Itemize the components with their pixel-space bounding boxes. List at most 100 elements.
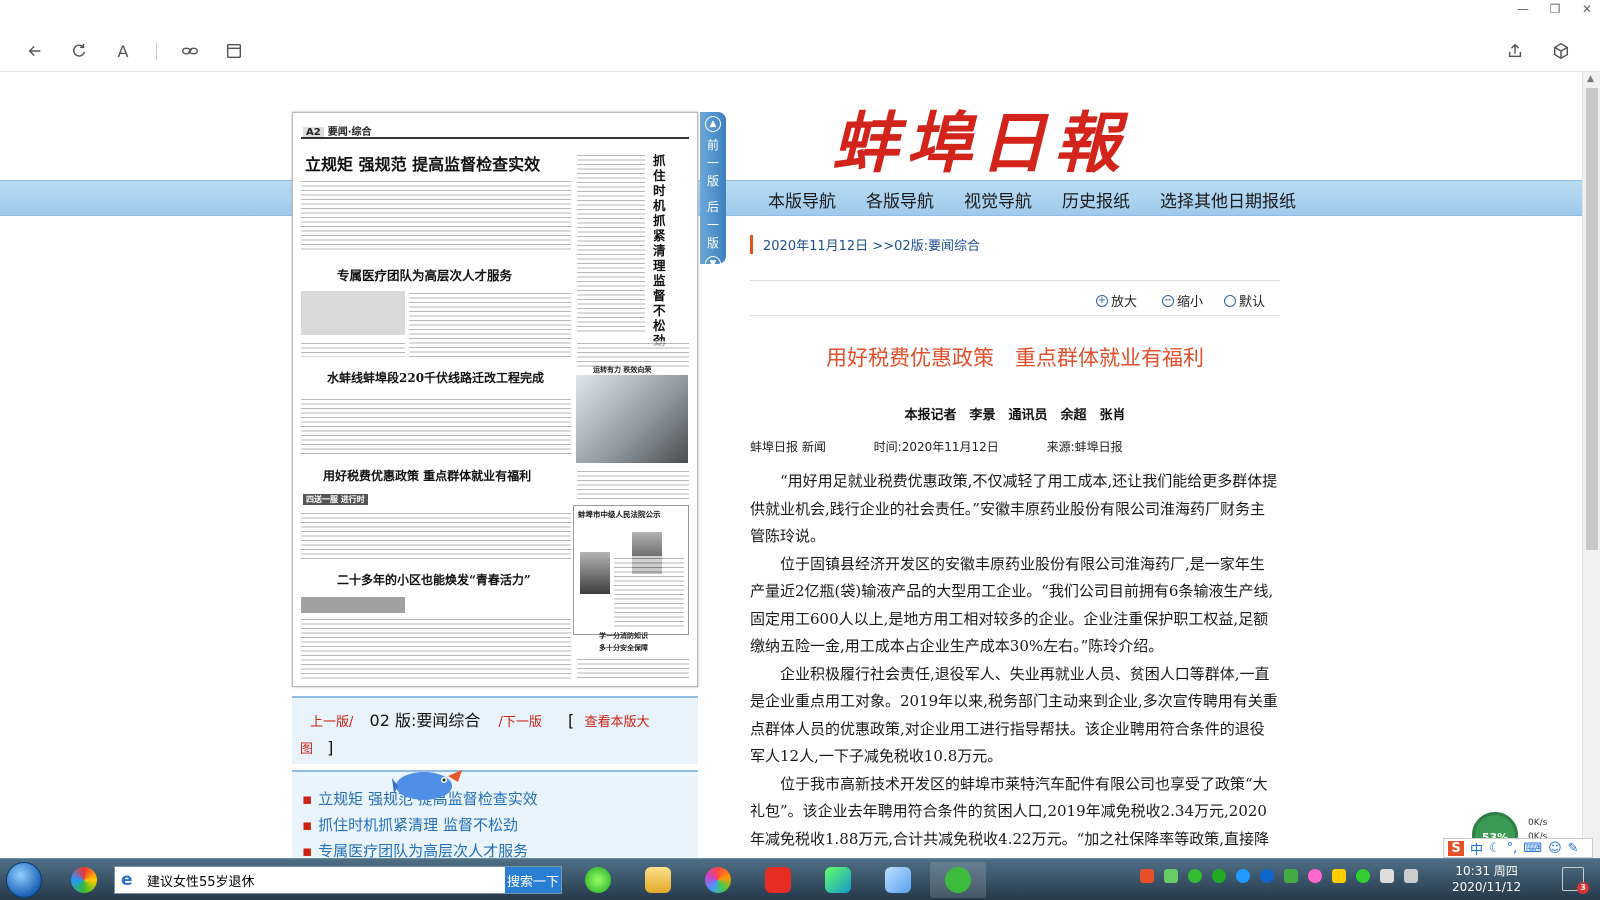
- up-arrow-icon[interactable]: ▲: [705, 116, 721, 132]
- breadcrumb: 2020年11月12日 >>02版:要闻综合: [750, 235, 980, 254]
- floating-mascot-icon[interactable]: [392, 762, 464, 802]
- nav-other-date[interactable]: 选择其他日期报纸: [1160, 187, 1296, 212]
- article-source-name: 蚌埠日报 新闻: [750, 440, 826, 454]
- tray-media-icon[interactable]: [1260, 869, 1274, 883]
- title-list-text: 专属医疗团队为高层次人才服务: [318, 842, 529, 858]
- text-column: [301, 617, 571, 679]
- bracket-close: ]: [327, 738, 334, 757]
- zoom-out-button[interactable]: − 缩小: [1162, 291, 1203, 310]
- refresh-icon[interactable]: [68, 40, 90, 62]
- scroll-thumb[interactable]: [1586, 88, 1598, 550]
- wrench-icon[interactable]: ✎: [1568, 841, 1579, 856]
- extension-cube-icon[interactable]: [1550, 40, 1572, 62]
- browser-toolbar: A: [24, 40, 245, 62]
- plus-circle-icon: +: [1096, 294, 1108, 307]
- ime-mode-label[interactable]: 中: [1470, 839, 1483, 858]
- pager-row: 图 ]: [300, 738, 333, 757]
- page-pager: 上一版/ 02 版:要闻综合 /下一版 [ 查看本版大 图 ]: [292, 696, 698, 764]
- nav-history[interactable]: 历史报纸: [1062, 187, 1130, 212]
- share-icon[interactable]: [1504, 40, 1526, 62]
- zoom-default-button[interactable]: 默认: [1224, 291, 1265, 310]
- moon-icon[interactable]: ☾: [1489, 841, 1501, 856]
- zoom-controls: + 放大 − 缩小 默认: [750, 280, 1280, 316]
- minimize-icon[interactable]: —: [1516, 2, 1530, 16]
- view-large-image-link[interactable]: 查看本版大: [584, 715, 649, 730]
- nav-this-page[interactable]: 本版导航: [768, 187, 836, 212]
- back-arrow-icon[interactable]: [24, 40, 46, 62]
- article-time: 时间:2020年11月12日: [873, 440, 999, 454]
- link-icon[interactable]: [179, 40, 201, 62]
- tray-360-icon[interactable]: [1356, 869, 1370, 883]
- nav-links: 本版导航 各版导航 视觉导航 历史报纸 选择其他日期报纸: [768, 187, 1296, 212]
- paper-headline[interactable]: 二十多年的小区也能焕发“青春活力”: [337, 571, 531, 588]
- paper-small-caption: 运转有力 秩效向荣: [593, 366, 652, 374]
- keyboard-icon[interactable]: ⌨: [1523, 841, 1542, 856]
- reader-view-icon[interactable]: [223, 40, 245, 62]
- zoom-out-label: 缩小: [1177, 295, 1204, 310]
- next-page-link[interactable]: /下一版: [499, 715, 542, 730]
- close-icon[interactable]: ✕: [1580, 2, 1594, 16]
- article-title: 用好税费优惠政策 重点群体就业有福利: [826, 346, 1204, 370]
- user-icon[interactable]: ☺: [1548, 841, 1562, 856]
- taskbar-clock[interactable]: 10:31 周四 2020/11/12: [1452, 863, 1521, 895]
- newspaper-masthead: 蚌埠日報: [832, 104, 1128, 182]
- tray-wechat-icon[interactable]: [1188, 869, 1202, 883]
- text-column: [409, 291, 571, 357]
- text-column: [614, 556, 684, 628]
- down-arrow-icon[interactable]: ▼: [705, 256, 721, 272]
- view-large-image-link-cont[interactable]: 图: [300, 742, 313, 757]
- tray-speaker-icon[interactable]: [1380, 869, 1394, 883]
- taskbar-app-360-icon[interactable]: [570, 862, 626, 898]
- taskbar-search-button[interactable]: 搜索一下: [505, 867, 561, 893]
- newspaper-page-image[interactable]: A2要闻·综合 立规矩 强规范 提高监督检查实效 抓住时机抓紧清理 监督不松劲 …: [292, 112, 698, 687]
- tray-app-icon[interactable]: [1284, 869, 1298, 883]
- title-list-item[interactable]: ▪ 专属医疗团队为高层次人才服务: [302, 838, 698, 858]
- windows-taskbar: e 搜索一下 10:31 周四 2020/11/12 3: [0, 858, 1600, 900]
- system-tray: [1140, 869, 1418, 883]
- prev-page-link[interactable]: 上一版/: [310, 715, 353, 730]
- zoom-in-button[interactable]: + 放大: [1096, 291, 1137, 310]
- taskbar-wechat-icon[interactable]: [930, 862, 986, 898]
- notification-center-icon[interactable]: 3: [1562, 867, 1589, 894]
- font-size-icon[interactable]: A: [112, 40, 134, 62]
- title-list-item[interactable]: ▪ 抓住时机抓紧清理 监督不松劲: [302, 812, 698, 838]
- browser-toolbar-right: [1504, 40, 1572, 62]
- taskbar-folder-icon[interactable]: [630, 862, 686, 898]
- taskbar-news-app-icon[interactable]: [750, 862, 806, 898]
- scroll-up-arrow-icon[interactable]: ▲: [1587, 74, 1594, 84]
- paper-vertical-title[interactable]: 抓住时机抓紧清理 监督不松劲: [653, 153, 673, 348]
- tray-qq-icon[interactable]: [1308, 869, 1322, 883]
- zoom-in-label: 放大: [1111, 295, 1138, 310]
- tray-security-icon[interactable]: [1332, 869, 1346, 883]
- text-column: [577, 657, 689, 681]
- start-button-icon[interactable]: [6, 862, 42, 898]
- taskbar-app-colorball-icon[interactable]: [56, 862, 112, 898]
- paper-headline[interactable]: 专属医疗团队为高层次人才服务: [337, 265, 512, 284]
- title-list-item[interactable]: ▪ 立规矩 强规范 提高监督检查实效: [302, 786, 698, 812]
- paper-photo: [576, 375, 688, 463]
- prev-page-button[interactable]: 前一版: [706, 136, 720, 190]
- tray-battery-icon[interactable]: [1164, 869, 1178, 883]
- circle-icon: [1224, 294, 1236, 307]
- article-from: 来源:蚌埠日报: [1046, 440, 1123, 454]
- taskbar-search-input[interactable]: [147, 870, 487, 890]
- taskbar-photo-app-icon[interactable]: [690, 862, 746, 898]
- ime-toolbar[interactable]: S 中 ☾ °, ⌨ ☺ ✎: [1443, 838, 1593, 858]
- paper-headline[interactable]: 用好税费优惠政策 重点群体就业有福利: [323, 467, 531, 484]
- article-paragraph: “用好用足就业税费优惠政策,不仅减轻了用工成本,还让我们能给更多群体提供就业机会…: [750, 472, 1278, 545]
- tray-player-icon[interactable]: [1236, 869, 1250, 883]
- paper-headline[interactable]: 水蚌线蚌埠段220千伏线路迁改工程完成: [327, 369, 544, 386]
- page-scrollbar[interactable]: ▲: [1582, 72, 1600, 858]
- nav-all-pages[interactable]: 各版导航: [866, 187, 934, 212]
- tray-chat-icon[interactable]: [1212, 869, 1226, 883]
- paper-headline[interactable]: 立规矩 强规范 提高监督检查实效: [305, 151, 540, 175]
- tray-network-icon[interactable]: [1404, 869, 1418, 883]
- tray-ime-icon[interactable]: [1140, 869, 1154, 883]
- restore-icon[interactable]: ❐: [1548, 2, 1562, 16]
- next-page-button[interactable]: 后一版: [706, 198, 720, 252]
- court-notice-title: 蚌埠市中级人民法院公示: [578, 510, 661, 519]
- taskbar-video-player-icon[interactable]: [810, 862, 866, 898]
- nav-visual[interactable]: 视觉导航: [964, 187, 1032, 212]
- punctuation-icon[interactable]: °,: [1507, 841, 1518, 856]
- taskbar-bird-app-icon[interactable]: [870, 862, 926, 898]
